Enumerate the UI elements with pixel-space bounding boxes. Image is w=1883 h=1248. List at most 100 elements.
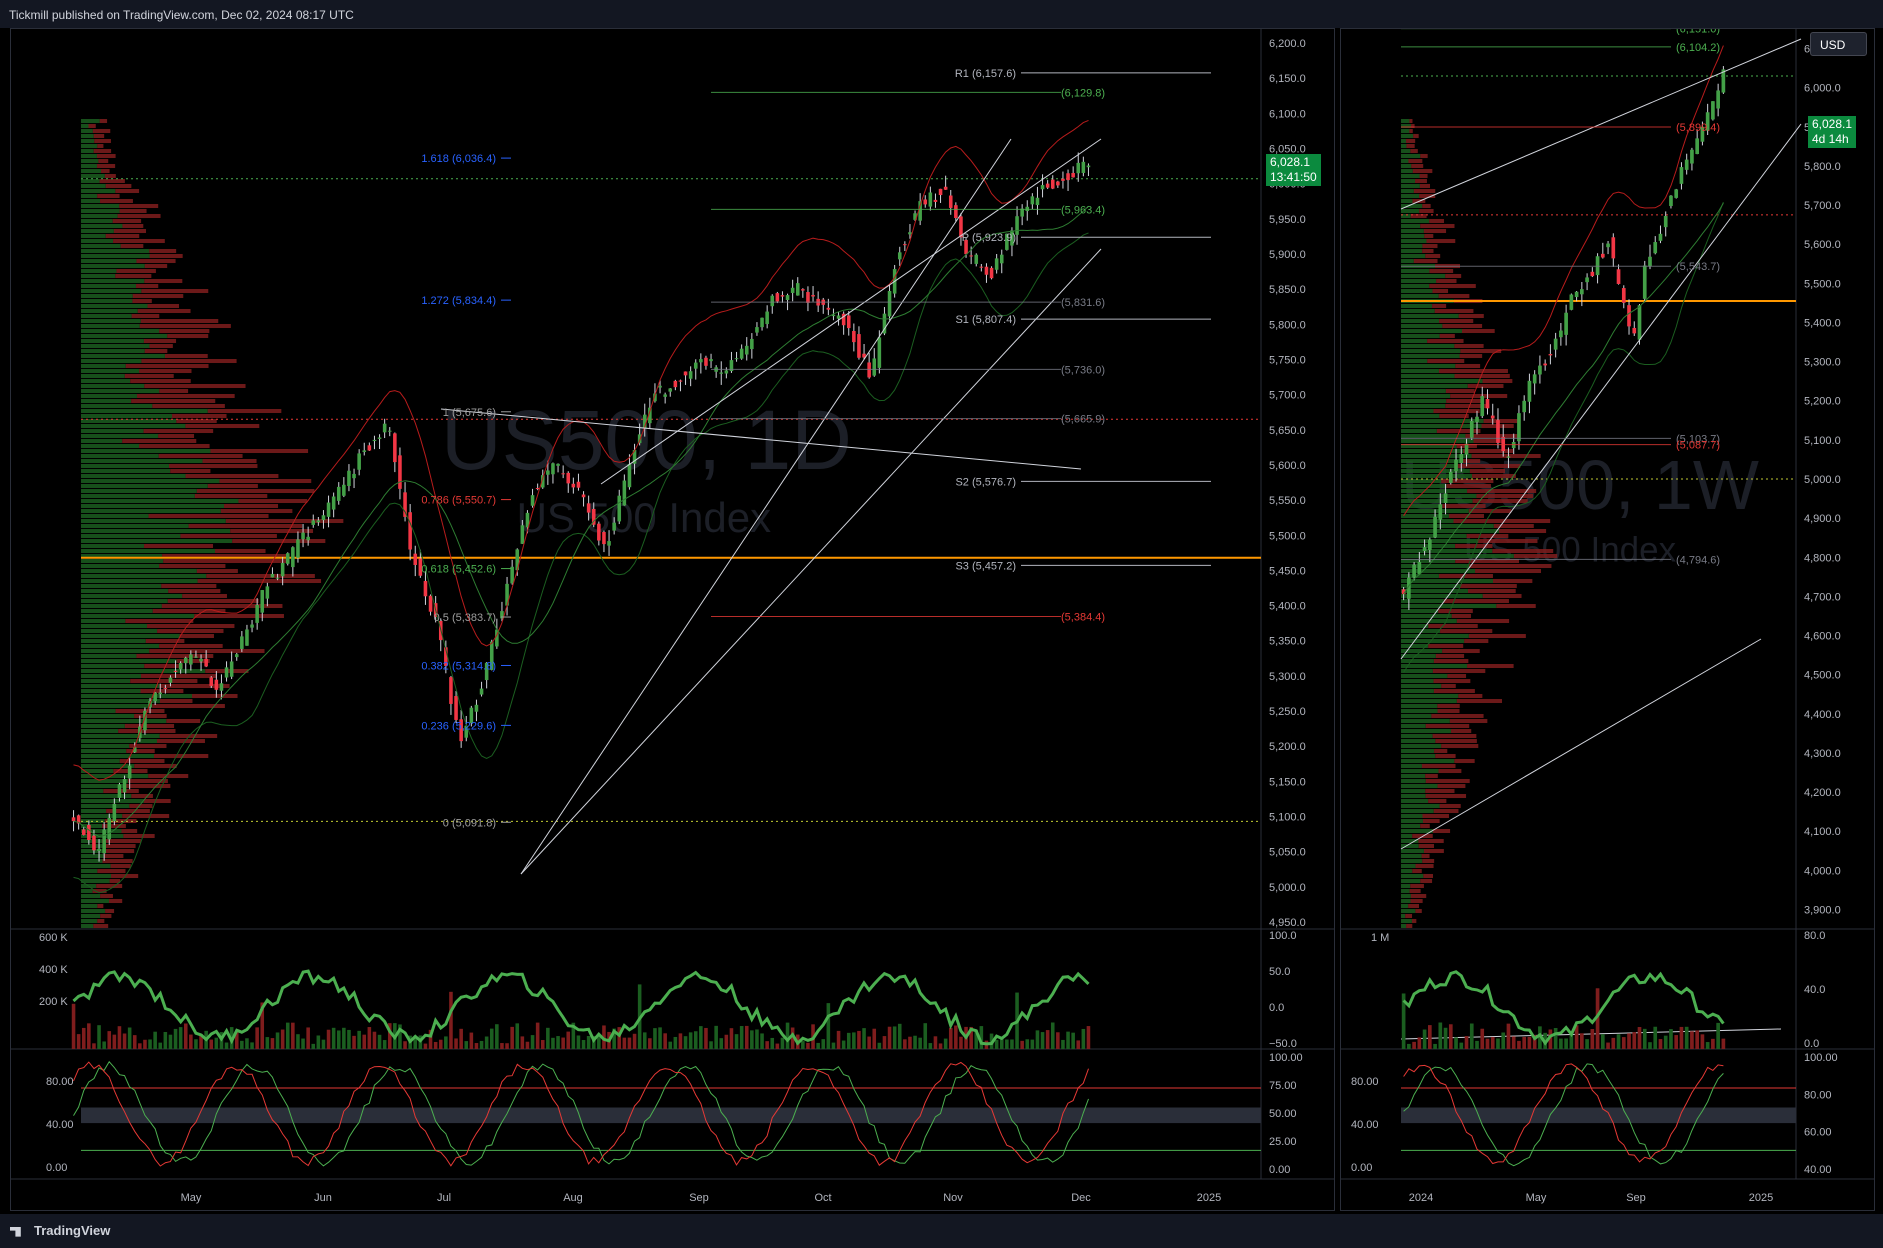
volume-profile-bar — [172, 414, 227, 418]
volume-axis-tick: 400 K — [39, 964, 68, 976]
volume-profile-bar — [81, 404, 153, 408]
volume-profile-bar — [1425, 254, 1441, 258]
volume-bar — [755, 1029, 759, 1049]
volume-bar — [1674, 1035, 1679, 1049]
weekly-chart-panel[interactable]: US500, 1W US 500 Index (6,151.0) (6,104.2)(… — [1340, 28, 1875, 1211]
volume-bar — [1480, 1028, 1485, 1049]
weekly-chart-svg[interactable]: US500, 1WUS 500 Index(6,151.0)(6,104.2)(… — [1341, 29, 1874, 1210]
volume-bar — [653, 1028, 657, 1049]
volume-profile-bar — [1435, 754, 1456, 758]
price-axis-tick: 4,900.0 — [1804, 513, 1841, 525]
volume-profile-bar — [1401, 189, 1414, 193]
candle-body — [974, 254, 979, 264]
volume-profile-bar — [1401, 324, 1443, 328]
volume-bar — [1663, 1035, 1668, 1049]
volume-bar — [1025, 1039, 1030, 1049]
volume-profile-bar — [1482, 594, 1522, 598]
volume-bar — [143, 1039, 147, 1049]
volume-profile-bar — [1428, 799, 1447, 803]
volume-profile-bar — [81, 264, 145, 268]
volume-profile-bar — [97, 869, 126, 873]
volume-profile-bar — [1432, 669, 1486, 673]
volume-profile-bar — [1446, 399, 1485, 403]
candle-body — [1517, 413, 1521, 442]
volume-profile-bar — [157, 739, 205, 743]
volume-profile-bar — [1425, 774, 1438, 778]
volume-profile-bar — [1421, 854, 1430, 858]
volume-bar — [240, 1040, 244, 1049]
volume-profile-bar — [1401, 769, 1439, 773]
volume-profile-bar — [1401, 389, 1446, 393]
candle-body — [1475, 416, 1479, 422]
time-axis-tick: Oct — [814, 1192, 831, 1204]
volume-profile-bar — [1401, 609, 1439, 613]
daily-chart-panel[interactable]: US500, 1D US 500 Index 1.618 (6,036.4) 1.27… — [10, 28, 1335, 1211]
volume-profile-bar — [136, 259, 176, 263]
volume-profile-bar — [1451, 729, 1472, 733]
rsi-axis-tick: 80.0 — [1804, 930, 1825, 942]
volume-profile-bar — [196, 489, 315, 493]
volume-profile-bar — [81, 669, 206, 673]
currency-button[interactable]: USD — [1810, 32, 1867, 56]
price-axis-tick: 4,000.0 — [1804, 865, 1841, 877]
volume-profile-bar — [81, 584, 162, 588]
volume-profile-bar — [1433, 409, 1480, 413]
candle-body — [923, 199, 928, 205]
volume-bar — [1076, 1040, 1081, 1049]
volume-profile-bar — [81, 274, 116, 278]
volume-bar — [1454, 1037, 1458, 1049]
volume-profile-bar — [158, 434, 195, 438]
volume-bar — [255, 1027, 259, 1049]
candle-body — [597, 523, 601, 541]
volume-bar — [367, 1027, 372, 1049]
volume-profile-bar — [147, 624, 235, 628]
rsi-line — [72, 969, 1090, 1046]
volume-bar — [168, 1034, 173, 1049]
volume-bar — [265, 1037, 270, 1049]
volume-profile-bar — [1401, 519, 1454, 523]
volume-bar — [1412, 1041, 1416, 1049]
volume-profile-bar — [1420, 154, 1428, 158]
volume-bar — [744, 1025, 749, 1049]
level-label: (4,794.6) — [1676, 554, 1720, 566]
volume-profile-bar — [81, 359, 142, 363]
volume-profile-bar — [81, 284, 137, 288]
volume-profile-bar — [81, 909, 106, 913]
price-axis-tick: 5,700.0 — [1804, 200, 1841, 212]
volume-bar — [183, 1023, 188, 1049]
volume-profile-bar — [168, 589, 221, 593]
volume-profile-bar — [1409, 129, 1413, 133]
volume-profile-bar — [163, 559, 288, 563]
tradingview-icon — [10, 1226, 21, 1237]
volume-profile-bar — [225, 519, 344, 523]
volume-profile-bar — [159, 684, 230, 688]
price-axis-tick: 4,400.0 — [1804, 709, 1841, 721]
fib-level-label: 0.5 (5,383.7) — [434, 612, 496, 624]
volume-profile-bar — [1401, 704, 1438, 708]
volume-profile-bar — [1493, 579, 1533, 583]
volume-profile-bar — [1433, 659, 1469, 663]
volume-profile-bar — [1401, 749, 1435, 753]
volume-bar — [882, 1036, 887, 1049]
volume-profile-bar — [210, 449, 309, 453]
volume-profile-bar — [93, 149, 112, 153]
stoch-axis-tick: 60.00 — [1804, 1127, 1832, 1139]
volume-profile-bar — [81, 709, 116, 713]
volume-profile-bar — [113, 229, 146, 233]
volume-bar — [1496, 1038, 1500, 1049]
tradingview-logo[interactable]: TradingView — [10, 1223, 110, 1238]
volume-profile-bar — [159, 564, 226, 568]
daily-chart-svg[interactable]: US500, 1D US 500 Index 1.618 (6,036.4) 1.27… — [11, 29, 1334, 1210]
volume-profile-bar — [1423, 229, 1447, 233]
volume-profile-bar — [1401, 339, 1428, 343]
fib-level-label: 0.382 (5,314.8) — [421, 660, 496, 672]
pivot-label: S2 (5,576.7) — [955, 476, 1016, 488]
volume-profile-bar — [81, 589, 169, 593]
volume-profile-bar — [1432, 829, 1451, 833]
volume-profile-bar — [1401, 714, 1432, 718]
volume-profile-bar — [124, 784, 171, 788]
candle-body — [1056, 181, 1060, 186]
volume-bar — [1417, 1037, 1422, 1049]
candle-body — [377, 437, 382, 439]
volume-profile-bar — [1469, 564, 1552, 568]
